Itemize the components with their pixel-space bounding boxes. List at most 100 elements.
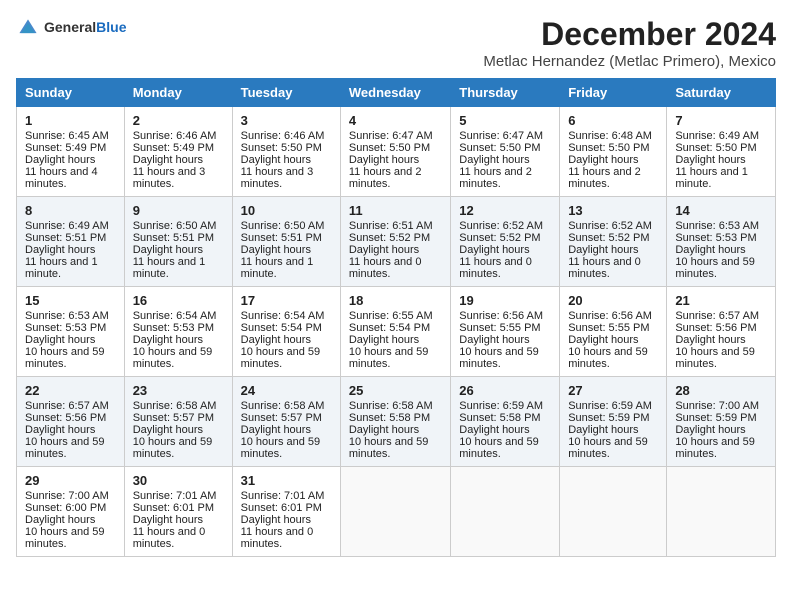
daylight-value: 11 hours and 1 minute.	[133, 256, 206, 280]
sunset-label: Sunset: 5:52 PM	[459, 232, 540, 244]
daylight-value: 11 hours and 0 minutes.	[568, 256, 641, 280]
daylight-value: 11 hours and 1 minute.	[25, 256, 98, 280]
calendar-cell: 11 Sunrise: 6:51 AM Sunset: 5:52 PM Dayl…	[340, 197, 450, 287]
page-header: GeneralBlue December 2024 Metlac Hernand…	[16, 16, 776, 70]
sunrise-label: Sunrise: 6:54 AM	[241, 310, 325, 322]
daylight-label: Daylight hours	[675, 424, 745, 436]
column-header-tuesday: Tuesday	[232, 79, 340, 107]
daylight-label: Daylight hours	[459, 424, 529, 436]
day-number: 8	[25, 203, 116, 218]
day-number: 27	[568, 383, 658, 398]
calendar-cell: 9 Sunrise: 6:50 AM Sunset: 5:51 PM Dayli…	[124, 197, 232, 287]
calendar-cell	[340, 467, 450, 557]
calendar-cell: 16 Sunrise: 6:54 AM Sunset: 5:53 PM Dayl…	[124, 287, 232, 377]
column-header-sunday: Sunday	[17, 79, 125, 107]
daylight-label: Daylight hours	[133, 424, 203, 436]
sunset-label: Sunset: 5:52 PM	[568, 232, 649, 244]
sunrise-label: Sunrise: 6:45 AM	[25, 130, 109, 142]
calendar-cell: 24 Sunrise: 6:58 AM Sunset: 5:57 PM Dayl…	[232, 377, 340, 467]
daylight-label: Daylight hours	[133, 514, 203, 526]
daylight-value: 10 hours and 59 minutes.	[349, 346, 429, 370]
sunset-label: Sunset: 5:51 PM	[25, 232, 106, 244]
day-number: 15	[25, 293, 116, 308]
sunset-label: Sunset: 6:00 PM	[25, 502, 106, 514]
daylight-label: Daylight hours	[25, 244, 95, 256]
daylight-label: Daylight hours	[568, 424, 638, 436]
calendar-cell: 26 Sunrise: 6:59 AM Sunset: 5:58 PM Dayl…	[451, 377, 560, 467]
calendar-cell: 22 Sunrise: 6:57 AM Sunset: 5:56 PM Dayl…	[17, 377, 125, 467]
calendar-cell	[667, 467, 776, 557]
daylight-label: Daylight hours	[349, 424, 419, 436]
sunset-label: Sunset: 5:50 PM	[241, 142, 322, 154]
daylight-value: 10 hours and 59 minutes.	[241, 346, 321, 370]
daylight-label: Daylight hours	[133, 334, 203, 346]
sunrise-label: Sunrise: 6:55 AM	[349, 310, 433, 322]
daylight-value: 10 hours and 59 minutes.	[568, 436, 648, 460]
sunset-label: Sunset: 5:51 PM	[133, 232, 214, 244]
daylight-value: 10 hours and 59 minutes.	[675, 346, 755, 370]
daylight-value: 11 hours and 1 minute.	[241, 256, 314, 280]
daylight-value: 10 hours and 59 minutes.	[568, 346, 648, 370]
column-header-thursday: Thursday	[451, 79, 560, 107]
calendar-cell: 5 Sunrise: 6:47 AM Sunset: 5:50 PM Dayli…	[451, 107, 560, 197]
sunset-label: Sunset: 5:56 PM	[675, 322, 756, 334]
calendar-cell: 14 Sunrise: 6:53 AM Sunset: 5:53 PM Dayl…	[667, 197, 776, 287]
sunrise-label: Sunrise: 6:49 AM	[25, 220, 109, 232]
sunset-label: Sunset: 5:57 PM	[241, 412, 322, 424]
sunrise-label: Sunrise: 6:56 AM	[459, 310, 543, 322]
calendar-cell: 1 Sunrise: 6:45 AM Sunset: 5:49 PM Dayli…	[17, 107, 125, 197]
calendar-cell: 25 Sunrise: 6:58 AM Sunset: 5:58 PM Dayl…	[340, 377, 450, 467]
calendar-cell: 29 Sunrise: 7:00 AM Sunset: 6:00 PM Dayl…	[17, 467, 125, 557]
daylight-value: 10 hours and 59 minutes.	[25, 526, 105, 550]
day-number: 5	[459, 113, 551, 128]
day-number: 17	[241, 293, 332, 308]
calendar-table: SundayMondayTuesdayWednesdayThursdayFrid…	[16, 78, 776, 557]
calendar-cell	[560, 467, 667, 557]
sunrise-label: Sunrise: 6:46 AM	[133, 130, 217, 142]
day-number: 12	[459, 203, 551, 218]
calendar-cell: 17 Sunrise: 6:54 AM Sunset: 5:54 PM Dayl…	[232, 287, 340, 377]
sunrise-label: Sunrise: 6:57 AM	[25, 400, 109, 412]
daylight-label: Daylight hours	[568, 244, 638, 256]
sunset-label: Sunset: 5:52 PM	[349, 232, 430, 244]
logo: GeneralBlue	[16, 16, 126, 40]
daylight-label: Daylight hours	[459, 244, 529, 256]
sunset-label: Sunset: 5:55 PM	[459, 322, 540, 334]
daylight-label: Daylight hours	[133, 154, 203, 166]
day-number: 9	[133, 203, 224, 218]
sunrise-label: Sunrise: 6:58 AM	[133, 400, 217, 412]
calendar-cell: 4 Sunrise: 6:47 AM Sunset: 5:50 PM Dayli…	[340, 107, 450, 197]
daylight-value: 10 hours and 59 minutes.	[133, 346, 213, 370]
calendar-week-1: 1 Sunrise: 6:45 AM Sunset: 5:49 PM Dayli…	[17, 107, 776, 197]
day-number: 19	[459, 293, 551, 308]
day-number: 16	[133, 293, 224, 308]
calendar-cell: 2 Sunrise: 6:46 AM Sunset: 5:49 PM Dayli…	[124, 107, 232, 197]
daylight-value: 11 hours and 4 minutes.	[25, 166, 98, 190]
calendar-cell: 18 Sunrise: 6:55 AM Sunset: 5:54 PM Dayl…	[340, 287, 450, 377]
day-number: 13	[568, 203, 658, 218]
daylight-value: 11 hours and 1 minute.	[675, 166, 748, 190]
daylight-value: 11 hours and 0 minutes.	[349, 256, 422, 280]
sunrise-label: Sunrise: 6:53 AM	[25, 310, 109, 322]
day-number: 11	[349, 203, 442, 218]
day-number: 4	[349, 113, 442, 128]
month-title: December 2024	[483, 16, 776, 53]
sunset-label: Sunset: 5:53 PM	[25, 322, 106, 334]
day-number: 21	[675, 293, 767, 308]
day-number: 26	[459, 383, 551, 398]
daylight-value: 10 hours and 59 minutes.	[25, 436, 105, 460]
day-number: 24	[241, 383, 332, 398]
daylight-label: Daylight hours	[349, 244, 419, 256]
daylight-label: Daylight hours	[241, 154, 311, 166]
daylight-value: 11 hours and 0 minutes.	[459, 256, 532, 280]
sunrise-label: Sunrise: 6:46 AM	[241, 130, 325, 142]
daylight-label: Daylight hours	[25, 154, 95, 166]
sunrise-label: Sunrise: 6:58 AM	[349, 400, 433, 412]
day-number: 2	[133, 113, 224, 128]
sunset-label: Sunset: 5:56 PM	[25, 412, 106, 424]
calendar-week-5: 29 Sunrise: 7:00 AM Sunset: 6:00 PM Dayl…	[17, 467, 776, 557]
day-number: 22	[25, 383, 116, 398]
sunset-label: Sunset: 6:01 PM	[241, 502, 322, 514]
daylight-value: 11 hours and 3 minutes.	[241, 166, 314, 190]
sunrise-label: Sunrise: 6:59 AM	[459, 400, 543, 412]
